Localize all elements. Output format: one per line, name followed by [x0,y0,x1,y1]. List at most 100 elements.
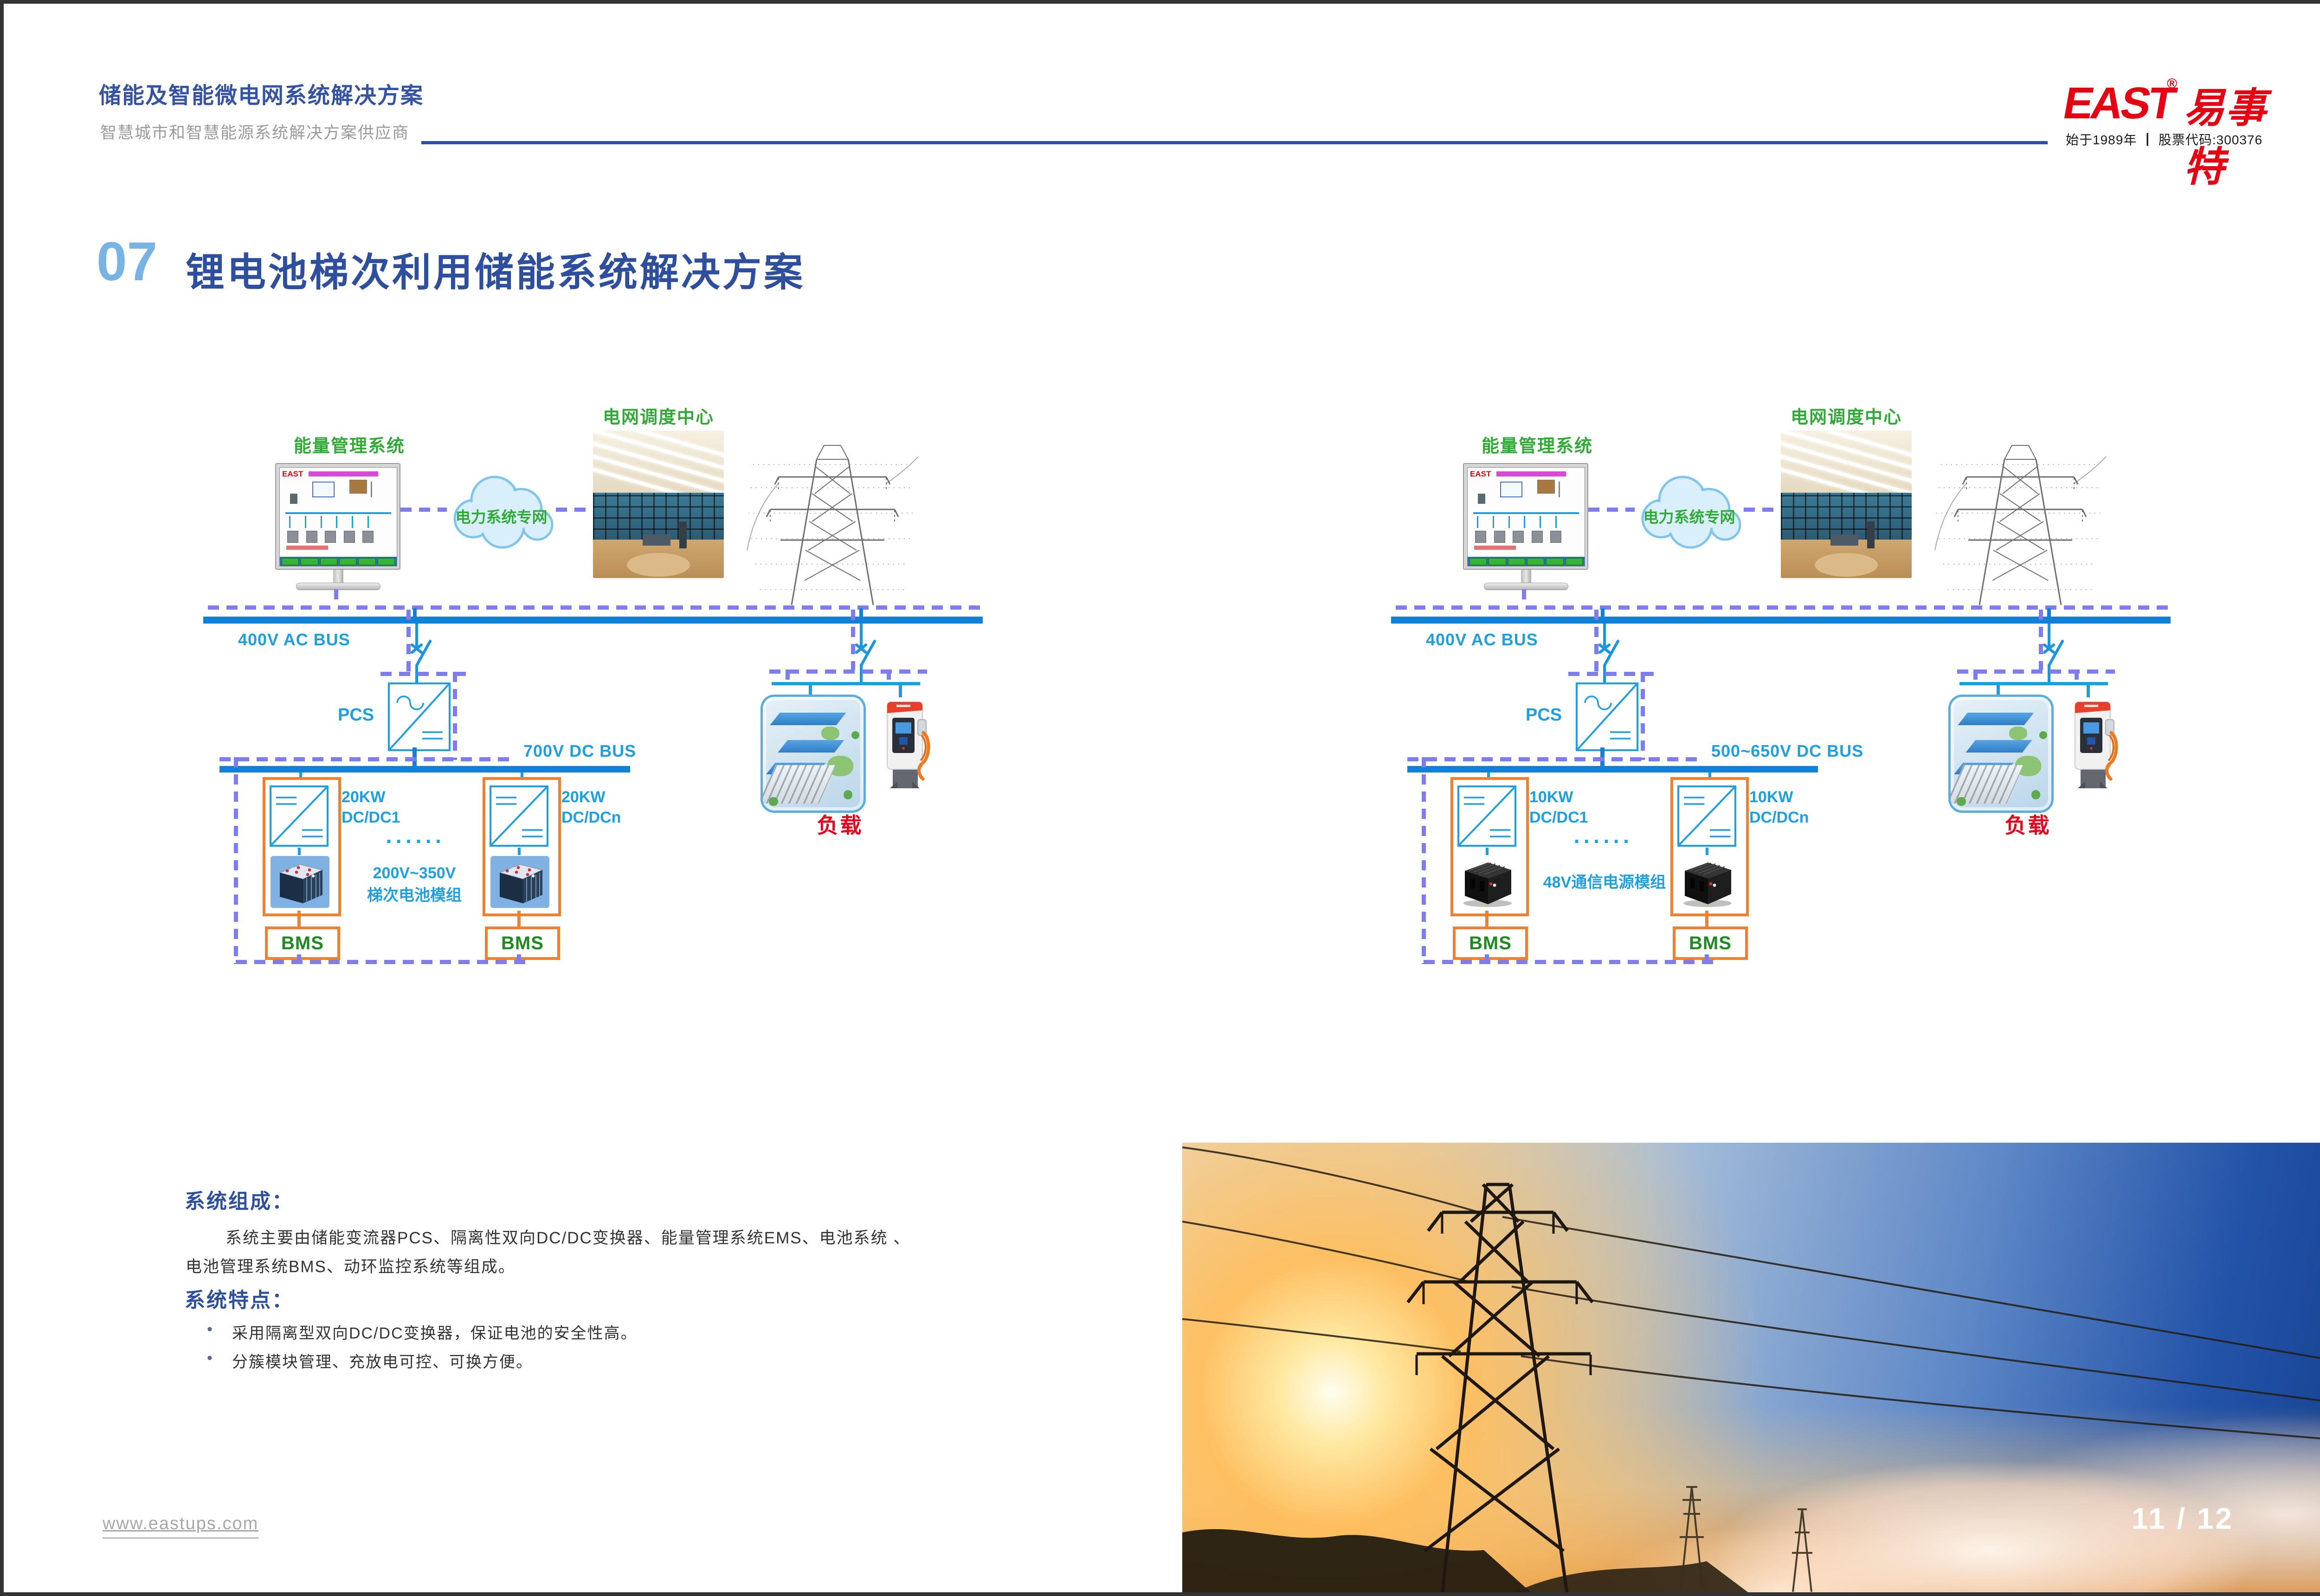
dc-bus [219,766,630,772]
pcs-converter [1576,682,1638,751]
dc-bus-label: 500~650V DC BUS [1711,741,1863,761]
breaker-icon [2033,624,2065,683]
bmsn-link [517,911,521,927]
battery-module-1 [263,777,341,916]
ems-screen-photo [349,480,367,494]
dc-bus-label: 700V DC BUS [523,741,636,761]
page-subtitle: 智慧城市和智慧能源系统解决方案供应商 [100,120,409,143]
ems-screen-title-bar [309,471,378,476]
dc-bus [1407,766,1818,772]
brochure-page: 储能及智能微电网系统解决方案 智慧城市和智慧能源系统解决方案供应商 EAST ®… [0,0,2320,1596]
pcs-converter [388,682,451,751]
ems-screen-busline [285,512,391,514]
ev-charger-image [2065,697,2120,792]
ems-screen-feeders [289,516,369,528]
ems-screen-status-text [286,546,328,550]
dcdcn-label: 20KW DC/DCn [561,787,621,828]
diagram-energy-storage-700v: 能量管理系统 EAST [203,398,992,983]
storage-label-line1: 200V~350V [345,862,484,884]
power-network-cloud: 电力系统专网 [445,467,558,553]
ac-bus [203,617,983,624]
page-number: 11 / 12 [2132,1501,2234,1536]
room-rug [627,553,690,577]
dcdcn-name: DC/DCn [1749,807,1809,828]
room-ceiling [1781,431,1912,498]
dcdc1-name: DC/DC1 [342,807,400,828]
composition-line-1: 系统主要由储能变流器PCS、隔离性双向DC/DC变换器、能量管理系统EMS、电池… [226,1225,910,1248]
transmission-tower-sketch [746,439,919,613]
website-link[interactable]: www.eastups.com [103,1514,258,1538]
dispatch-center-photo [1781,431,1912,578]
ems-screen-cabinets [1475,531,1561,542]
charger-drop [899,685,902,697]
load-ctrl-stub-1 [1973,669,1978,682]
ems-screen-content: EAST [1467,467,1585,566]
dcdc-converter-icon [490,785,548,847]
module-internal-link [1706,848,1708,855]
pcs-ctrl-dash-right [1641,672,1645,760]
feature-item-2: 分簇模块管理、充放电可控、可换方便。 [232,1349,533,1372]
battery-pack-icon [271,856,329,908]
ems-screen-content: EAST [279,467,397,566]
storage-voltage-label: 200V~350V 梯次电池模组 [345,862,484,907]
comm-bus-dashed [1396,605,2175,610]
dcdc1-name: DC/DC1 [1529,807,1588,828]
monitor-stand-neck [333,570,343,584]
comm-power-module-n [1670,777,1749,916]
left-comm-dash [234,757,238,964]
feature-item-1: 采用隔离型双向DC/DC变换器，保证电池的安全性高。 [232,1320,638,1343]
bms1-label: BMS [1469,933,1512,954]
ems-screen-device [290,494,297,504]
comm-bus-dashed [208,605,987,610]
storage-label-line2: 梯次电池模组 [345,884,484,907]
registered-mark-icon: ® [2167,76,2177,92]
bmsn-comm-stub [1705,954,1709,961]
pcs-ctrl-dash-top [1568,672,1660,676]
ellipsis-more-modules: ······ [1565,829,1642,854]
dcdc-converter-icon [270,785,329,847]
storage-voltage-label: 48V通信电源模组 [1528,871,1681,894]
features-title: 系统特点： [185,1283,294,1313]
dcdc1-power: 20KW [342,787,400,807]
pcs-label: PCS [1526,705,1562,725]
power-network-label: 电力系统专网 [1632,505,1746,527]
ems-label: 能量管理系统 [277,431,421,457]
ems-monitor-screen: EAST [275,463,400,570]
battery-module-n [483,777,561,916]
ems-monitor-screen: EAST [1463,463,1588,570]
module-internal-link [298,848,301,855]
power-network-cloud: 电力系统专网 [1632,467,1746,553]
load-branch-stub [2047,608,2051,617]
sunset-powerline-photo: 11 / 12 [1182,1143,2320,1596]
bmsn-link [1705,911,1708,927]
transmission-tower-sketch [1934,439,2107,613]
ems-label: 能量管理系统 [1465,431,1609,457]
ems-screen-windmill [1559,482,1560,497]
load-label: 负载 [1990,809,2066,839]
dcdc1-label: 20KW DC/DC1 [342,787,400,828]
factory-load-image [760,695,866,813]
ems-screen-windmill [371,482,372,497]
dcdc1-power: 10KW [1529,787,1588,807]
dcdc-converter-icon [1457,785,1516,847]
pcs-branch-stub [1601,608,1605,617]
comm-power-module-1 [1450,777,1529,916]
power-network-label: 电力系统专网 [445,505,558,527]
bottom-comm-dash [1424,960,1721,964]
bms1-comm-stub [1485,954,1489,961]
bms1-link [297,911,301,927]
header-divider [421,141,2048,144]
link-monitor-cloud [400,508,447,512]
ems-monitor: EAST [1463,463,1588,591]
link-monitor-cloud [1588,508,1635,512]
dispatch-center-label: 电网调度中心 [593,403,724,428]
storage-label-line1: 48V通信电源模组 [1528,871,1681,894]
logo-tagline: 始于1989年 ┃ 股票代码:300376 [2066,130,2262,148]
room-ceiling [593,431,724,498]
comm-power-unit-icon [1678,856,1737,908]
ems-screen-diagram-box [1500,482,1522,497]
load-feeder-line [1959,682,2108,685]
dcdcn-power: 10KW [1749,787,1809,807]
bms1-box: BMS [265,927,340,960]
bmsn-comm-stub [517,954,521,961]
